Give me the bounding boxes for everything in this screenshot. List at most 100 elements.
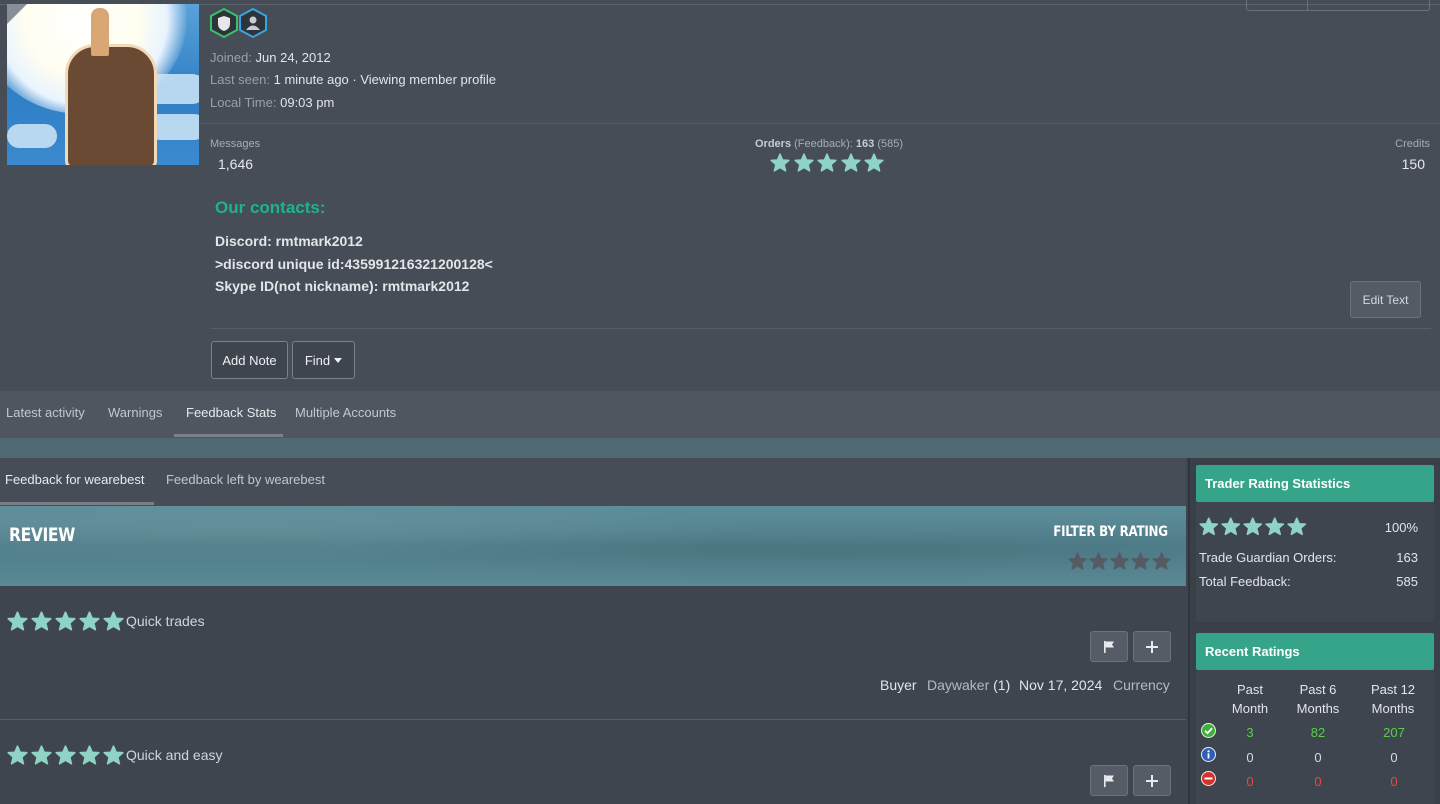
joined-line: Joined: Jun 24, 2012 — [210, 50, 331, 65]
find-button[interactable]: Find — [292, 341, 355, 379]
tab-warnings[interactable]: Warnings — [108, 405, 162, 420]
joined-value: Jun 24, 2012 — [255, 50, 331, 65]
messages-value[interactable]: 1,646 — [218, 156, 253, 172]
star-icon[interactable] — [1152, 552, 1171, 571]
add-button[interactable] — [1133, 765, 1171, 796]
review-text: Quick and easy — [126, 747, 223, 763]
negative-past-6-months: 0 — [1314, 774, 1322, 789]
star-icon — [1243, 517, 1263, 537]
orders-feedback-word: (Feedback): — [794, 138, 853, 150]
trader-rating-title: Trader Rating Statistics — [1196, 465, 1434, 502]
last-seen-value: 1 minute ago · Viewing member profile — [273, 72, 496, 87]
review-date: Nov 17, 2024 — [1019, 677, 1103, 693]
local-time-line: Local Time: 09:03 pm — [210, 95, 334, 110]
subtab-feedback-for[interactable]: Feedback for wearebest — [5, 472, 144, 487]
filter-by-rating-title: FILTER BY RATING — [1053, 524, 1168, 540]
contact-skype: Skype ID(not nickname): rmtmark2012 — [215, 278, 470, 294]
orders-feedback-count: (585) — [877, 138, 904, 150]
star-icon — [79, 611, 100, 632]
review-banner — [0, 506, 1186, 586]
joined-label: Joined: — [210, 50, 252, 65]
shield-badge-icon — [210, 7, 238, 39]
review-separator — [0, 719, 1186, 720]
contact-discord-id: >discord unique id:435991216321200128< — [215, 256, 493, 272]
messages-label: Messages — [210, 138, 261, 150]
tab-feedback-stats[interactable]: Feedback Stats — [186, 405, 276, 420]
col-past-12-months: Past 12 Months — [1370, 682, 1416, 716]
report-flag-button[interactable] — [1090, 631, 1128, 662]
star-icon — [840, 153, 861, 173]
contacts-title: Our contacts: — [215, 198, 326, 217]
star-icon — [31, 611, 52, 632]
credits-value: 150 — [1401, 156, 1425, 172]
star-icon[interactable] — [1110, 552, 1129, 571]
filter-rating-stars[interactable] — [1068, 552, 1171, 571]
star-icon — [864, 153, 884, 173]
tab-latest-activity[interactable]: Latest activity — [6, 405, 85, 420]
star-icon[interactable] — [1089, 552, 1108, 571]
review-user-name: Daywaker — [927, 677, 990, 693]
recent-ratings-title: Recent Ratings — [1196, 633, 1434, 670]
review-category[interactable]: Currency — [1113, 677, 1170, 693]
positive-past-6-months: 82 — [1310, 725, 1326, 740]
neutral-past-month: 0 — [1246, 750, 1254, 765]
plus-icon — [1146, 774, 1158, 787]
active-subtab-indicator — [0, 502, 154, 505]
subtab-feedback-left[interactable]: Feedback left by wearebest — [166, 472, 325, 487]
tab-multiple-accounts[interactable]: Multiple Accounts — [295, 405, 396, 420]
negative-minus-icon — [1201, 771, 1216, 786]
review-role: Buyer — [880, 677, 917, 693]
active-tab-indicator — [174, 434, 283, 437]
plus-icon — [1146, 640, 1158, 653]
review-user-count: (1) — [993, 677, 1011, 693]
col-past-month: Past Month — [1231, 682, 1269, 716]
member-badge-icon — [239, 7, 267, 39]
about-divider — [211, 328, 1431, 329]
local-time-label: Local Time: — [210, 95, 277, 110]
star-icon — [1287, 517, 1307, 537]
orders-label-line: Orders (Feedback): 163 (585) — [755, 138, 903, 150]
flag-icon — [1104, 774, 1114, 787]
tg-orders-value: 163 — [1396, 550, 1418, 565]
review-user[interactable]: Daywaker (1) — [927, 677, 1010, 693]
total-feedback-label: Total Feedback: — [1199, 574, 1291, 589]
star-icon[interactable] — [1131, 552, 1150, 571]
star-icon — [1265, 517, 1285, 537]
star-icon — [55, 745, 76, 766]
find-label: Find — [304, 352, 331, 368]
tg-orders-label: Trade Guardian Orders: — [1199, 550, 1337, 565]
last-seen-label: Last seen: — [210, 72, 270, 87]
neutral-past-12-months: 0 — [1390, 750, 1398, 765]
credits-label: Credits — [1395, 138, 1430, 150]
review-title: REVIEW — [9, 524, 75, 546]
negative-past-month: 0 — [1246, 774, 1254, 789]
orders-rating-stars — [770, 153, 884, 173]
last-seen-line: Last seen: 1 minute ago · Viewing member… — [210, 72, 496, 87]
star-icon[interactable] — [1068, 552, 1087, 571]
add-note-button[interactable]: Add Note — [211, 341, 288, 379]
edit-text-button[interactable]: Edit Text — [1350, 281, 1421, 318]
avatar[interactable] — [7, 4, 199, 165]
positive-check-icon — [1201, 723, 1216, 738]
trader-rating-stars — [1199, 517, 1307, 537]
positive-past-month: 3 — [1246, 725, 1254, 740]
orders-label: Orders — [755, 138, 792, 150]
add-button[interactable] — [1133, 631, 1171, 662]
trader-percent: 100% — [1384, 520, 1418, 535]
review-stars — [7, 611, 124, 632]
star-icon — [31, 745, 52, 766]
star-icon — [817, 153, 837, 173]
star-icon — [55, 611, 76, 632]
star-icon — [79, 745, 100, 766]
star-icon — [793, 153, 814, 173]
profile-action-buttons[interactable] — [1246, 0, 1430, 11]
star-icon — [1199, 517, 1219, 537]
total-feedback-value: 585 — [1396, 574, 1418, 589]
tab-strip — [0, 438, 1440, 458]
report-flag-button[interactable] — [1090, 765, 1128, 796]
contact-discord: Discord: rmtmark2012 — [215, 233, 363, 249]
header-top-line — [0, 4, 1440, 5]
flag-icon — [1104, 640, 1114, 653]
header-divider — [200, 123, 1440, 124]
star-icon — [770, 153, 790, 173]
